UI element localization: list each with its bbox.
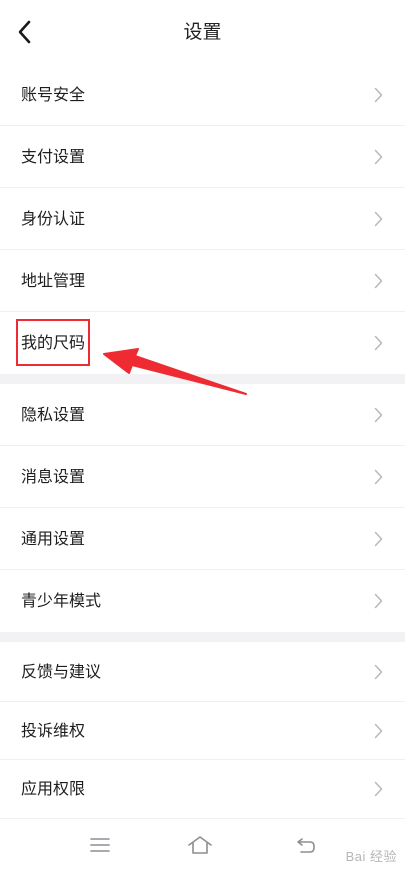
chevron-right-icon [374,531,383,547]
settings-item-label: 隐私设置 [21,405,86,424]
system-nav-bar: Bai 经验 [0,818,405,873]
settings-item-general-settings[interactable]: 通用设置 [0,508,405,570]
settings-item-payment-settings[interactable]: 支付设置 [0,126,405,188]
settings-item-label: 支付设置 [21,147,86,166]
settings-item-label: 投诉维权 [21,721,86,740]
settings-item-address-management[interactable]: 地址管理 [0,250,405,312]
nav-home-button[interactable] [186,831,214,859]
home-icon [188,836,212,854]
chevron-right-icon [374,664,383,680]
settings-item-label: 账号安全 [21,85,86,104]
settings-item-label: 青少年模式 [21,591,102,610]
settings-item-feedback[interactable]: 反馈与建议 [0,642,405,702]
chevron-right-icon [374,593,383,609]
header-bar: 设置 [0,0,405,64]
chevron-right-icon [374,469,383,485]
chevron-right-icon [374,407,383,423]
back-icon [297,838,315,853]
chevron-right-icon [374,149,383,165]
settings-item-label: 反馈与建议 [21,662,102,681]
settings-item-label: 通用设置 [21,529,86,548]
settings-item-label: 地址管理 [21,271,86,290]
page-title: 设置 [183,21,222,43]
settings-item-teen-mode[interactable]: 青少年模式 [0,570,405,632]
section-separator [0,632,405,642]
settings-item-label: 身份认证 [21,209,86,228]
section-separator [0,374,405,384]
settings-item-message-settings[interactable]: 消息设置 [0,446,405,508]
settings-item-label: 应用权限 [21,779,86,798]
chevron-right-icon [374,723,383,739]
settings-item-identity-verification[interactable]: 身份认证 [0,188,405,250]
chevron-right-icon [374,781,383,797]
chevron-right-icon [374,273,383,289]
nav-menu-button[interactable] [86,831,114,859]
settings-item-app-permissions[interactable]: 应用权限 [0,760,405,818]
settings-item-privacy-settings[interactable]: 隐私设置 [0,384,405,446]
settings-item-complaints[interactable]: 投诉维权 [0,702,405,760]
chevron-right-icon [374,335,383,351]
watermark: Bai 经验 [345,849,397,864]
settings-item-account-security[interactable]: 账号安全 [0,64,405,126]
settings-item-label: 消息设置 [21,467,86,486]
nav-back-button[interactable] [292,831,320,859]
chevron-right-icon [374,211,383,227]
chevron-right-icon [374,87,383,103]
highlight-box [16,319,90,366]
menu-icon [90,838,110,852]
